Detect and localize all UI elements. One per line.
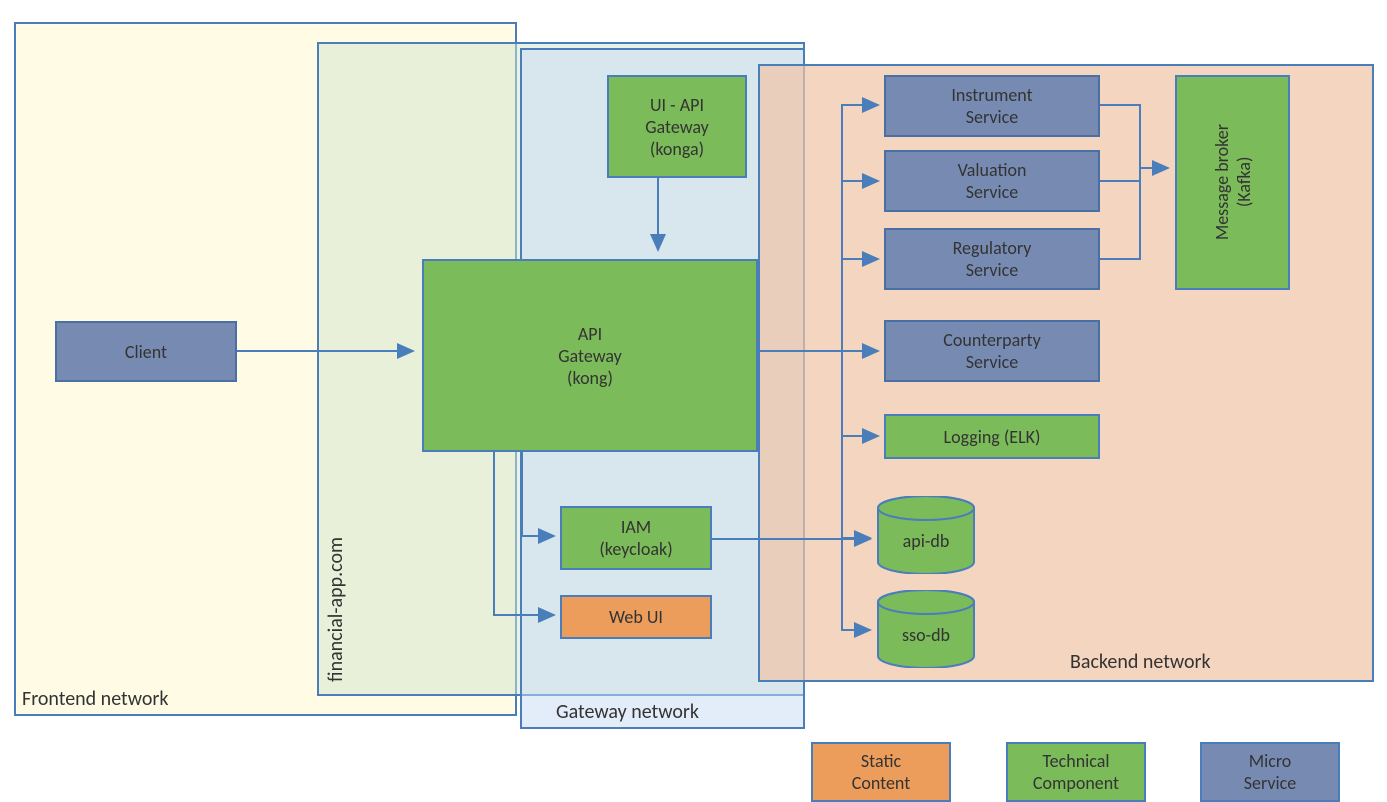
frontend-network-label: Frontend network: [22, 687, 168, 711]
broker-line1: Message broker: [1211, 124, 1233, 240]
message-broker-node: Message broker (Kafka): [1175, 75, 1290, 290]
broker-line2: (Kafka): [1233, 124, 1255, 240]
counterparty-service-node: Counterparty Service: [884, 320, 1100, 382]
regulatory-line1: Regulatory: [953, 237, 1032, 259]
logging-label: Logging (ELK): [944, 426, 1041, 448]
sso-db-node: sso-db: [876, 590, 976, 668]
instrument-line2: Service: [966, 106, 1019, 128]
valuation-line2: Service: [966, 181, 1019, 203]
counterparty-line2: Service: [966, 351, 1019, 373]
domain-label: financial-app.com: [324, 530, 348, 690]
api-db-label: api-db: [876, 530, 976, 552]
instrument-line1: Instrument: [951, 84, 1032, 106]
iam-line1: IAM: [621, 516, 651, 538]
legend-static-l1: Static: [861, 750, 901, 772]
konga-line3: (konga): [650, 138, 704, 160]
regulatory-line2: Service: [966, 259, 1019, 281]
konga-line2: Gateway: [645, 116, 709, 138]
konga-line1: UI - API: [650, 94, 704, 116]
legend-tech-l1: Technical: [1043, 750, 1110, 772]
kong-line1: API: [578, 323, 602, 345]
gateway-network-label: Gateway network: [556, 700, 699, 724]
legend-static-l2: Content: [852, 772, 911, 794]
kong-line2: Gateway: [558, 345, 622, 367]
api-db-node: api-db: [876, 496, 976, 574]
backend-network-label: Backend network: [1070, 650, 1211, 674]
web-ui-node: Web UI: [560, 595, 712, 639]
sso-db-label: sso-db: [876, 624, 976, 646]
diagram-container: Frontend network financial-app.com Gatew…: [0, 0, 1387, 776]
ui-api-gateway-node: UI - API Gateway (konga): [607, 75, 747, 178]
legend-tech-l2: Component: [1033, 772, 1119, 794]
kong-line3: (kong): [567, 367, 613, 389]
iam-line2: (keycloak): [599, 538, 672, 560]
legend-micro-l2: Service: [1244, 772, 1297, 794]
counterparty-line1: Counterparty: [943, 329, 1040, 351]
legend-micro-service: Micro Service: [1200, 742, 1340, 802]
legend-micro-l1: Micro: [1249, 750, 1292, 772]
client-label: Client: [125, 341, 167, 363]
regulatory-service-node: Regulatory Service: [884, 228, 1100, 290]
logging-node: Logging (ELK): [884, 414, 1100, 459]
client-node: Client: [55, 321, 237, 382]
api-gateway-node: API Gateway (kong): [422, 259, 758, 452]
instrument-service-node: Instrument Service: [884, 75, 1100, 137]
web-ui-label: Web UI: [609, 606, 663, 628]
legend-static-content: Static Content: [811, 742, 951, 802]
iam-node: IAM (keycloak): [560, 506, 712, 570]
valuation-line1: Valuation: [958, 159, 1027, 181]
legend-technical-component: Technical Component: [1006, 742, 1146, 802]
valuation-service-node: Valuation Service: [884, 150, 1100, 212]
